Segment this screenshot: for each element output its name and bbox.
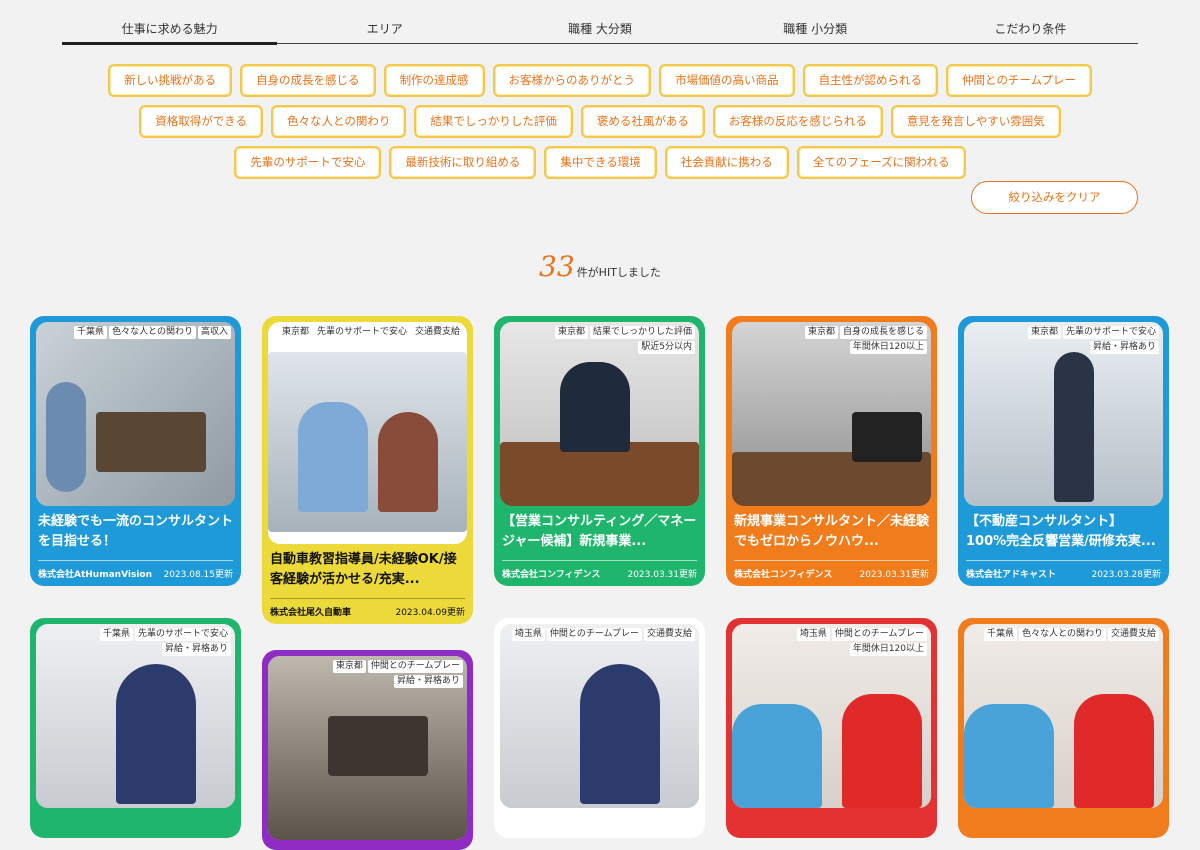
company-name: 株式会社尾久自動車: [270, 608, 352, 618]
company-name: 株式会社AtHumanVision: [38, 570, 152, 580]
job-title: 新規事業コンサルタント／未経験でもゼロからノウハウ...: [734, 514, 930, 549]
job-title: 【営業コンサルティング／マネージャー候補】新規事業...: [502, 514, 697, 549]
job-card[interactable]: 東京都 自身の成長を感じる 年間休日120以上 新規事業コンサルタント／未経験で…: [726, 316, 937, 586]
filter-chip[interactable]: 自身の成長を感じる: [240, 64, 376, 97]
filter-chip[interactable]: 先輩のサポートで安心: [234, 146, 382, 179]
filter-chips: 新しい挑戦がある 自身の成長を感じる 制作の達成感 お客様からのありがとう 市場…: [62, 64, 1138, 187]
job-card[interactable]: 東京都 先輩のサポートで安心 交通費支給 自動車教習指導員/未経験OK/接客経験…: [262, 316, 473, 624]
tag-appeal: 仲間とのチームプレー: [546, 628, 642, 641]
job-photo: 埼玉県 仲間とのチームプレー 交通費支給: [500, 624, 699, 808]
update-date: 2023.08.15更新: [163, 570, 233, 580]
filter-chip[interactable]: 仲間とのチームプレー: [946, 64, 1092, 97]
tag-condition: 交通費支給: [411, 326, 463, 339]
tag-appeal: 仲間とのチームプレー: [831, 628, 927, 641]
job-card[interactable]: 埼玉県 仲間とのチームプレー 交通費支給: [494, 618, 705, 838]
hit-count-number: 33: [539, 250, 575, 283]
tab-area[interactable]: エリア: [277, 0, 492, 43]
tag-prefecture: 東京都: [1027, 326, 1061, 339]
tab-job-appeal[interactable]: 仕事に求める魅力: [62, 0, 278, 45]
tag-condition: 昇給・昇格あり: [161, 643, 231, 656]
tag-appeal: 先輩のサポートで安心: [1062, 326, 1159, 339]
filter-chip[interactable]: お客様の反応を感じられる: [712, 105, 883, 138]
tag-appeal: 色々な人との関わり: [1019, 628, 1106, 641]
clear-filters-button[interactable]: 絞り込みをクリア: [971, 181, 1138, 214]
job-photo: 埼玉県 仲間とのチームプレー 年間休日120以上: [732, 624, 931, 808]
filter-chip[interactable]: お客様からのありがとう: [492, 64, 652, 97]
tag-prefecture: 埼玉県: [796, 628, 830, 641]
filter-chip[interactable]: 集中できる環境: [544, 146, 657, 179]
job-photo: 東京都 仲間とのチームプレー 昇給・昇格あり: [268, 656, 467, 840]
tag-prefecture: 東京都: [804, 326, 838, 339]
filter-chip[interactable]: 結果でしっかりした評価: [414, 105, 573, 138]
tag-condition: 年間休日120以上: [849, 341, 927, 354]
tag-appeal: 色々な人との関わり: [109, 326, 196, 339]
tag-condition: 高収入: [197, 326, 231, 339]
tag-appeal: 先輩のサポートで安心: [313, 326, 410, 339]
job-card[interactable]: 千葉県 色々な人との関わり 高収入 未経験でも一流のコンサルタントを目指せる！ …: [30, 316, 241, 586]
job-title: 未経験でも一流のコンサルタントを目指せる！: [38, 514, 234, 549]
job-photo: 東京都 自身の成長を感じる 年間休日120以上: [732, 322, 931, 506]
job-card[interactable]: 埼玉県 仲間とのチームプレー 年間休日120以上: [726, 618, 937, 838]
tag-prefecture: 東京都: [278, 326, 312, 339]
tag-condition: 交通費支給: [1107, 628, 1159, 641]
tag-prefecture: 千葉県: [99, 628, 133, 641]
company-name: 株式会社コンフィデンス: [502, 570, 601, 580]
tag-prefecture: 東京都: [332, 660, 366, 673]
tag-prefecture: 埼玉県: [511, 628, 545, 641]
tab-job-category[interactable]: 職種 大分類: [492, 0, 707, 43]
job-card[interactable]: 東京都 仲間とのチームプレー 昇給・昇格あり: [262, 650, 473, 850]
tag-appeal: 仲間とのチームプレー: [367, 660, 463, 673]
job-photo: 東京都 先輩のサポートで安心 昇給・昇格あり: [964, 322, 1163, 506]
filter-chip[interactable]: 意見を発言しやすい雰囲気: [890, 105, 1061, 138]
company-name: 株式会社コンフィデンス: [734, 570, 833, 580]
hit-count: 33 件がHITしました: [0, 250, 1200, 283]
tag-condition: 年間休日120以上: [849, 643, 927, 656]
tag-condition: 交通費支給: [643, 628, 695, 641]
tag-appeal: 自身の成長を感じる: [839, 326, 927, 339]
filter-chip[interactable]: 全てのフェーズに関われる: [796, 146, 966, 179]
tab-preferences[interactable]: こだわり条件: [923, 0, 1138, 43]
tag-prefecture: 千葉県: [74, 326, 108, 339]
filter-chip[interactable]: 資格取得ができる: [139, 105, 263, 138]
job-photo: 東京都 先輩のサポートで安心 交通費支給: [268, 322, 467, 544]
filter-chip[interactable]: 市場価値の高い商品: [659, 64, 795, 97]
filter-chip[interactable]: 自主性が認められる: [802, 64, 939, 97]
job-title: 自動車教習指導員/未経験OK/接客経験が活かせる/充実...: [270, 552, 457, 587]
tag-prefecture: 東京都: [554, 326, 588, 339]
job-card[interactable]: 千葉県 先輩のサポートで安心 昇給・昇格あり: [30, 618, 241, 838]
job-photo: 東京都 結果でしっかりした評価 駅近5分以内: [500, 322, 699, 506]
tag-condition: 昇給・昇格あり: [1089, 341, 1159, 354]
job-photo: 千葉県 色々な人との関わり 高収入: [36, 322, 235, 506]
filter-chip[interactable]: 色々な人との関わり: [271, 105, 407, 138]
filter-chip[interactable]: 褒める社風がある: [580, 105, 705, 138]
filter-chip[interactable]: 新しい挑戦がある: [108, 64, 233, 97]
job-card[interactable]: 東京都 先輩のサポートで安心 昇給・昇格あり 【不動産コンサルタント】100%完…: [958, 316, 1169, 586]
search-tabs: 仕事に求める魅力 エリア 職種 大分類 職種 小分類 こだわり条件: [62, 0, 1138, 45]
job-photo: 千葉県 先輩のサポートで安心 昇給・昇格あり: [36, 624, 235, 808]
update-date: 2023.03.31更新: [627, 570, 697, 580]
job-title: 【不動産コンサルタント】100%完全反響営業/研修充実...: [966, 514, 1156, 549]
update-date: 2023.03.31更新: [859, 570, 929, 580]
hit-count-label: 件がHITしました: [576, 266, 661, 279]
company-name: 株式会社アドキャスト: [966, 570, 1057, 580]
job-photo: 千葉県 色々な人との関わり 交通費支給: [964, 624, 1163, 808]
tag-appeal: 結果でしっかりした評価: [589, 326, 695, 339]
tag-appeal: 先輩のサポートで安心: [134, 628, 231, 641]
filter-chip[interactable]: 社会貢献に携わる: [664, 146, 789, 179]
update-date: 2023.03.28更新: [1091, 570, 1161, 580]
update-date: 2023.04.09更新: [395, 608, 465, 618]
job-card[interactable]: 千葉県 色々な人との関わり 交通費支給: [958, 618, 1169, 838]
tag-condition: 駅近5分以内: [638, 341, 695, 354]
tab-job-subcategory[interactable]: 職種 小分類: [708, 0, 923, 43]
tag-condition: 昇給・昇格あり: [393, 675, 463, 688]
tag-prefecture: 千葉県: [984, 628, 1018, 641]
filter-chip[interactable]: 制作の達成感: [383, 64, 485, 97]
job-card[interactable]: 東京都 結果でしっかりした評価 駅近5分以内 【営業コンサルティング／マネージャ…: [494, 316, 705, 586]
filter-chip[interactable]: 最新技術に取り組める: [389, 146, 537, 179]
